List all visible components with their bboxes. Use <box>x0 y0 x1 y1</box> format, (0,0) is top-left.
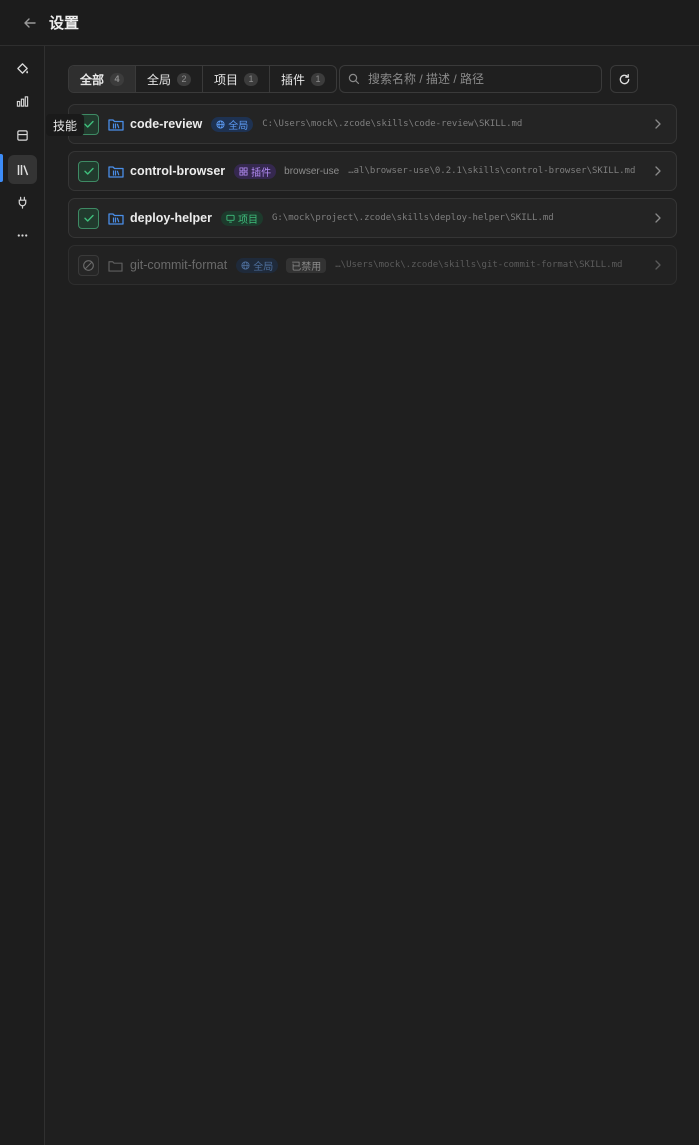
folder-library-icon <box>108 119 124 131</box>
skill-path: …\Users\mock\.zcode\skills\git-commit-fo… <box>335 260 623 270</box>
tab-all[interactable]: 全部 4 <box>69 66 137 92</box>
search-box <box>339 65 602 93</box>
enable-checkbox[interactable] <box>78 254 99 276</box>
tab-label: 项目 <box>214 72 239 87</box>
skill-row-code-review[interactable]: code-review 全局 C:\Users\mock\.zcode\skil… <box>68 104 677 144</box>
status-badge: 已禁用 <box>286 257 327 273</box>
sidebar-item-usage[interactable] <box>8 87 37 116</box>
scope-badge: 全局 <box>211 116 254 132</box>
library-icon <box>17 164 28 175</box>
tab-count-badge: 1 <box>311 72 326 86</box>
folder-icon <box>108 260 123 272</box>
scope-badge: 全局 <box>236 257 279 273</box>
puzzle-grid-icon <box>239 166 248 176</box>
skill-name: deploy-helper <box>130 211 212 225</box>
skill-path: …al\browser-use\0.2.1\skills\control-bro… <box>348 166 636 176</box>
scope-label: 全局 <box>253 261 274 273</box>
skill-name: code-review <box>130 117 203 131</box>
folder-library-icon <box>108 213 124 225</box>
settings-sidebar <box>0 46 45 1145</box>
sidebar-item-plugins[interactable] <box>8 188 37 217</box>
scope-filter-tabs: 全部 4 全局 2 项目 1 插件 1 <box>68 65 338 93</box>
folder-library-icon <box>108 166 124 178</box>
tab-plugin[interactable]: 插件 1 <box>270 66 336 92</box>
skill-path: G:\mock\project\.zcode\skills\deploy-hel… <box>271 213 554 223</box>
tab-project[interactable]: 项目 1 <box>203 66 271 92</box>
skill-row-deploy-helper[interactable]: deploy-helper 项目 G:\mock\project\.zcode\… <box>68 198 677 238</box>
scope-label: 项目 <box>237 214 258 226</box>
sidebar-item-skills[interactable] <box>8 155 37 184</box>
more-icon <box>17 234 28 237</box>
tab-label: 插件 <box>281 72 306 87</box>
refresh-button[interactable] <box>610 65 638 93</box>
globe-icon <box>241 260 250 270</box>
sidebar-tooltip: 技能 <box>46 114 85 136</box>
chevron-right-icon <box>655 119 661 129</box>
database-icon <box>17 130 28 141</box>
scope-label: 插件 <box>251 167 272 179</box>
tab-label: 全局 <box>147 72 172 87</box>
scope-badge: 插件 <box>234 163 277 179</box>
scope-badge: 项目 <box>220 210 263 226</box>
check-icon <box>83 167 94 175</box>
back-button[interactable] <box>20 13 40 33</box>
active-indicator <box>0 154 3 182</box>
bar-chart-icon <box>16 96 29 107</box>
arrow-left-icon <box>24 17 36 28</box>
chevron-right-icon <box>655 166 661 176</box>
globe-icon <box>216 119 225 129</box>
skill-name: git-commit-format <box>130 258 228 272</box>
check-icon <box>83 214 94 222</box>
tab-label: 全部 <box>80 72 105 87</box>
header: 设置 <box>0 0 699 46</box>
check-icon <box>83 120 94 128</box>
enable-checkbox[interactable] <box>78 207 99 229</box>
search-icon <box>348 73 360 85</box>
skill-name: control-browser <box>130 164 226 178</box>
enable-checkbox[interactable] <box>78 160 99 182</box>
skill-row-control-browser[interactable]: control-browser 插件 browser-use …al\brows… <box>68 151 677 191</box>
sidebar-item-appearance[interactable] <box>8 54 37 83</box>
chevron-right-icon <box>655 213 661 223</box>
scope-label: 全局 <box>228 120 249 132</box>
tab-global[interactable]: 全局 2 <box>136 66 204 92</box>
chevron-right-icon <box>655 260 661 270</box>
skill-list: code-review 全局 C:\Users\mock\.zcode\skil… <box>68 104 677 292</box>
paint-bucket-icon <box>17 63 29 74</box>
monitor-icon <box>226 214 235 223</box>
sidebar-item-more[interactable] <box>8 221 37 250</box>
skill-row-git-commit-format[interactable]: git-commit-format 全局 已禁用 …\Users\mock\.z… <box>68 245 677 285</box>
disabled-icon <box>83 259 94 271</box>
tab-count-badge: 1 <box>244 72 259 86</box>
plugin-name: browser-use <box>284 165 340 177</box>
search-input[interactable] <box>366 71 586 87</box>
plug-icon <box>18 196 27 209</box>
skills-panel: 全部 4 全局 2 项目 1 插件 1 code <box>45 46 699 1145</box>
tab-count-badge: 4 <box>110 72 125 86</box>
page-title: 设置 <box>49 15 80 32</box>
tab-count-badge: 2 <box>177 72 192 86</box>
sidebar-item-storage[interactable] <box>8 121 37 150</box>
skill-path: C:\Users\mock\.zcode\skills\code-review\… <box>262 119 523 129</box>
refresh-icon <box>619 73 629 84</box>
